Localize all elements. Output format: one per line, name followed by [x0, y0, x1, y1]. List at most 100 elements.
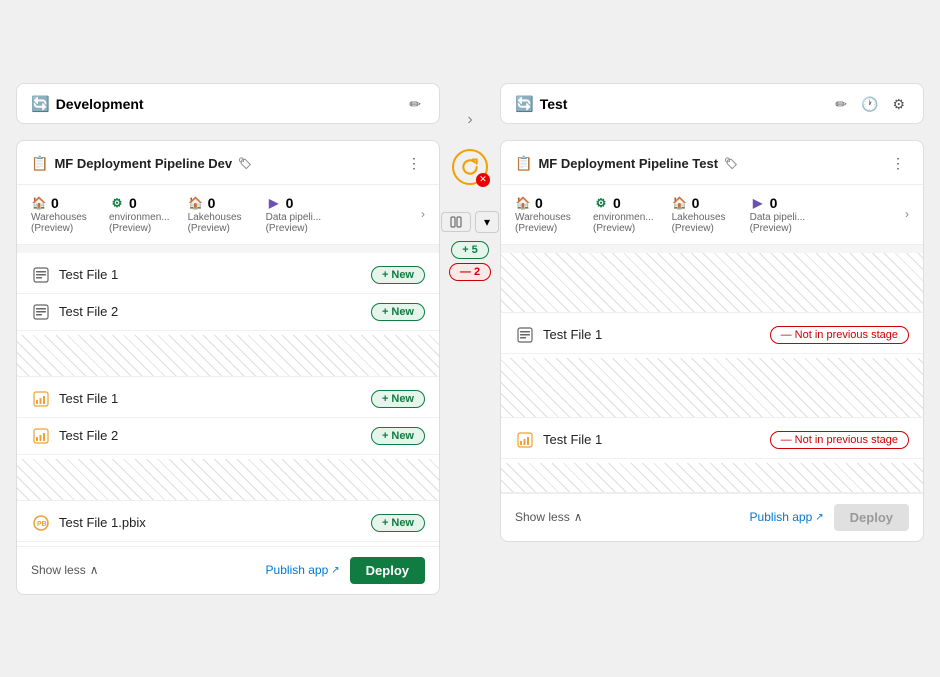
sync-icon[interactable]: ✕ [452, 149, 488, 185]
test-publish-btn[interactable]: Publish app ↗ [750, 510, 824, 524]
test-semantic-icon-1 [515, 325, 535, 345]
test-stat-warehouses-label: Warehouses(Preview) [515, 212, 571, 234]
dev-badge-new-pbix: +New [371, 514, 425, 532]
test-semantic-file-list: Test File 1 —Not in previous stage [501, 313, 923, 358]
pipeline-icon: ▶ [266, 195, 282, 211]
dev-report-file-list: Test File 1 +New Test File 2 +New [17, 377, 439, 459]
test-publish-external-icon: ↗ [815, 512, 823, 523]
test-file-name-report-1: Test File 1 [543, 432, 770, 447]
test-stat-env: ⚙ 0 environmen...(Preview) [593, 195, 654, 234]
dev-stat-lakehouses: 🏠 0 Lakehouses(Preview) [188, 195, 248, 234]
test-pipeline-more-btn[interactable]: ⋮ [887, 153, 909, 174]
dev-hatched-2 [17, 459, 439, 501]
test-settings-icon[interactable]: ⚙ [888, 94, 909, 115]
dev-deploy-btn[interactable]: Deploy [350, 557, 425, 584]
dev-badge-new-report-1: +New [371, 390, 425, 408]
dev-show-less-chevron: ∧ [90, 563, 99, 577]
test-pipeline-card: 📋 MF Deployment Pipeline Test 🏷 ⋮ 🏠 0 Wa… [500, 140, 924, 542]
test-pipeline-stat-icon: ▶ [750, 195, 766, 211]
dev-pipeline-name: MF Deployment Pipeline Dev [54, 156, 232, 171]
test-hatched-top [501, 253, 923, 313]
dev-publish-external-icon: ↗ [331, 565, 339, 576]
dev-show-less-btn[interactable]: Show less ∧ [31, 563, 99, 577]
test-env-icons: ✏ 🕐 ⚙ [831, 94, 909, 115]
env-icon: ⚙ [109, 195, 125, 211]
test-show-less-btn[interactable]: Show less ∧ [515, 510, 583, 524]
dev-badge-new-semantic-1: +New [371, 266, 425, 284]
test-hatched-bottom [501, 463, 923, 493]
dev-file-item-semantic-2: Test File 2 +New [17, 294, 439, 331]
diff-remove-badge: — 2 [449, 263, 491, 281]
test-pipeline-title-group: 📋 MF Deployment Pipeline Test 🏷 [515, 155, 738, 172]
diff-add-badge: + 5 [451, 241, 489, 259]
dev-pbix-file-list: PBI Test File 1.pbix +New [17, 501, 439, 546]
test-stat-pipelines-label: Data pipeli...(Preview) [750, 212, 806, 234]
dev-show-less-label: Show less [31, 563, 86, 577]
test-warehouse-icon: 🏠 [515, 195, 531, 211]
dev-pipeline-header: 📋 MF Deployment Pipeline Dev 🏷 ⋮ [17, 141, 439, 185]
compare-btn[interactable] [441, 212, 471, 232]
test-history-icon[interactable]: 🕐 [857, 94, 882, 115]
dev-stat-warehouses-count: 0 [51, 195, 59, 211]
dev-pipeline-title-group: 📋 MF Deployment Pipeline Dev 🏷 [31, 155, 252, 172]
pipeline-icon-right: 📋 [515, 155, 532, 172]
test-stat-pipelines: ▶ 0 Data pipeli...(Preview) [750, 195, 810, 234]
dev-stat-lakehouses-count: 0 [208, 195, 216, 211]
dev-stat-env: ⚙ 0 environmen...(Preview) [109, 195, 170, 234]
svg-text:PBI: PBI [37, 521, 49, 528]
dev-file-item-pbix: PBI Test File 1.pbix +New [17, 505, 439, 542]
dev-file-item-report-1: Test File 1 +New [17, 381, 439, 418]
test-deploy-btn[interactable]: Deploy [834, 504, 909, 531]
test-env-header: 🔄 Test ✏ 🕐 ⚙ [501, 84, 923, 123]
dev-semantic-file-list: Test File 1 +New Test File 2 +New [17, 253, 439, 335]
test-pipeline-tag-icon: 🏷 [724, 157, 738, 170]
pbix-icon: PBI [31, 513, 51, 533]
test-file-name-semantic-1: Test File 1 [543, 327, 770, 342]
dev-stat-env-count: 0 [129, 195, 137, 211]
test-stat-env-count: 0 [613, 195, 621, 211]
test-edit-icon[interactable]: ✏ [831, 94, 851, 115]
dev-hatched-1 [17, 335, 439, 377]
dev-stats-row: 🏠 0 Warehouses(Preview) ⚙ 0 environmen..… [17, 185, 439, 245]
test-stat-lakehouses-label: Lakehouses(Preview) [672, 212, 726, 234]
dev-file-name-semantic-1: Test File 1 [59, 267, 371, 282]
test-lakehouse-icon: 🏠 [672, 195, 688, 211]
lakehouse-icon: 🏠 [188, 195, 204, 211]
middle-controls: › ✕ ▾ + 5 — 2 [440, 83, 500, 285]
sync-status: ✕ [452, 149, 488, 197]
test-stat-warehouses-count: 0 [535, 195, 543, 211]
dev-pipeline-card: 📋 MF Deployment Pipeline Dev 🏷 ⋮ 🏠 0 War… [16, 140, 440, 595]
pipeline-icon-left: 📋 [31, 155, 48, 172]
test-pipeline-name: MF Deployment Pipeline Test [538, 156, 718, 171]
dev-stat-pipelines-label: Data pipeli...(Preview) [266, 212, 322, 234]
dev-footer-right: Publish app ↗ Deploy [266, 557, 425, 584]
dev-stat-lakehouses-label: Lakehouses(Preview) [188, 212, 242, 234]
test-badge-not-prev-semantic-1: —Not in previous stage [770, 326, 909, 344]
test-stats-row: 🏠 0 Warehouses(Preview) ⚙ 0 environmen..… [501, 185, 923, 245]
test-env-icon: 🔄 [515, 95, 534, 113]
dev-edit-icon[interactable]: ✏ [405, 94, 425, 115]
test-env-panel: 🔄 Test ✏ 🕐 ⚙ [500, 83, 924, 124]
test-file-item-report-1: Test File 1 —Not in previous stage [501, 422, 923, 459]
dev-pipeline-tag-icon: 🏷 [238, 157, 252, 170]
test-badge-not-prev-report-1: —Not in previous stage [770, 431, 909, 449]
compare-dropdown-btn[interactable]: ▾ [475, 211, 499, 233]
warehouse-icon: 🏠 [31, 195, 47, 211]
dev-stats-chevron[interactable]: › [421, 207, 425, 221]
deployment-pipeline-container: 🔄 Development ✏ 📋 MF Deployment Pipeline… [16, 83, 924, 595]
dev-env-panel: 🔄 Development ✏ [16, 83, 440, 124]
test-env-title: Test [540, 96, 568, 112]
dev-file-name-report-1: Test File 1 [59, 391, 371, 406]
test-report-file-list: Test File 1 —Not in previous stage [501, 418, 923, 463]
dev-publish-btn[interactable]: Publish app ↗ [266, 563, 340, 577]
semantic-model-icon-2 [31, 302, 51, 322]
dev-pipeline-more-btn[interactable]: ⋮ [403, 153, 425, 174]
test-show-less-label: Show less [515, 510, 570, 524]
compare-controls: ▾ [441, 211, 499, 233]
test-env-stat-icon: ⚙ [593, 195, 609, 211]
semantic-model-icon-1 [31, 265, 51, 285]
dev-file-name-semantic-2: Test File 2 [59, 304, 371, 319]
test-publish-label: Publish app [750, 510, 813, 524]
dev-badge-new-report-2: +New [371, 427, 425, 445]
test-stats-chevron[interactable]: › [905, 207, 909, 221]
